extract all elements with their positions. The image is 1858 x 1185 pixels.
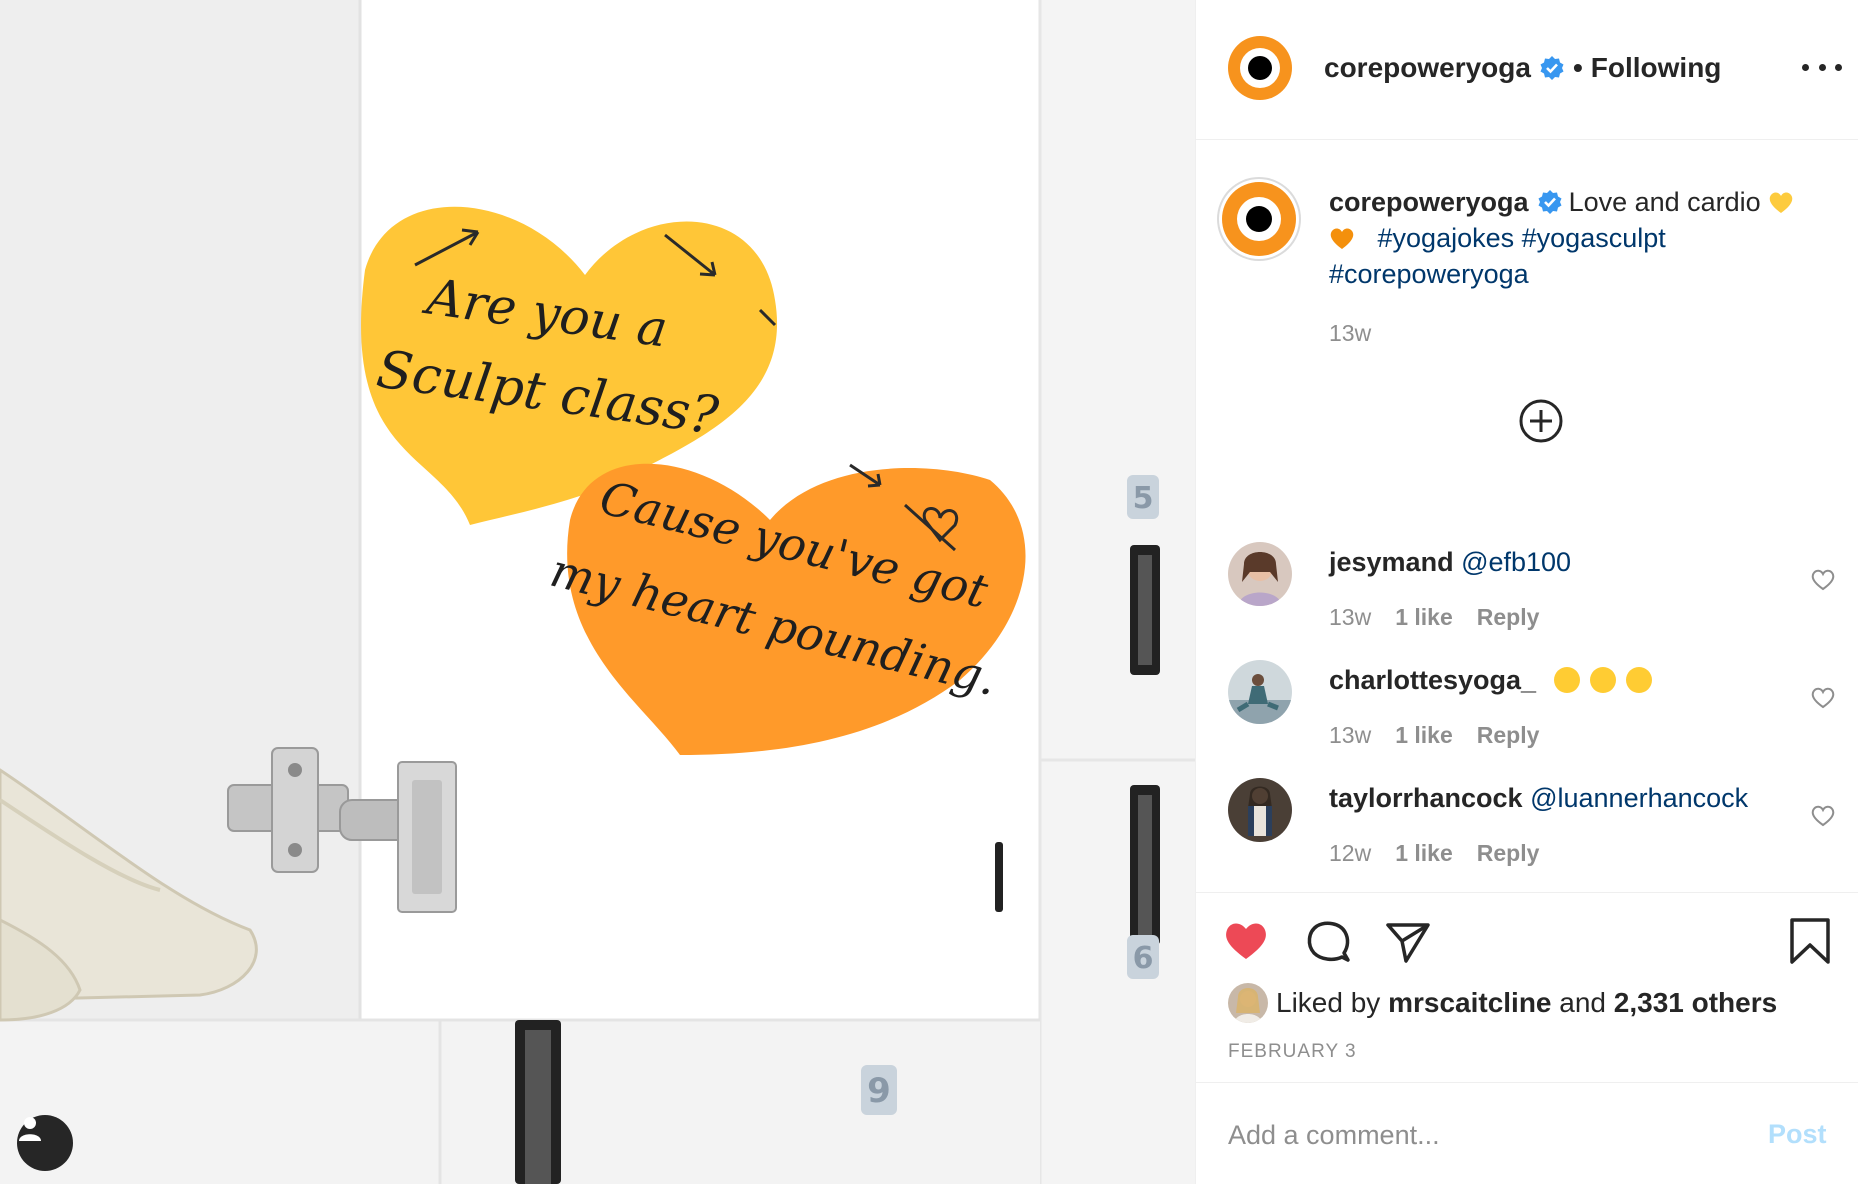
caption-timestamp[interactable]: 13w (1329, 320, 1371, 347)
heart-filled-icon[interactable] (1222, 917, 1270, 965)
heart-outline-icon[interactable] (1810, 568, 1836, 592)
comment-item: taylorrhancock @luannerhancock 12w 1 lik… (1196, 778, 1858, 888)
locker-number: 5 (1133, 481, 1154, 516)
locker-number: 6 (1133, 941, 1154, 976)
comment-mention[interactable]: @luannerhancock (1530, 783, 1748, 813)
add-comment-bar: Post (1196, 1082, 1858, 1185)
author-avatar[interactable] (1228, 36, 1292, 100)
bookmark-icon[interactable] (1786, 917, 1834, 965)
comment-time[interactable]: 12w (1329, 840, 1371, 867)
comment-likes[interactable]: 1 like (1395, 722, 1453, 749)
comment-time[interactable]: 13w (1329, 722, 1371, 749)
caption-text: Love and cardio (1568, 187, 1761, 217)
plus-circle-icon[interactable] (1518, 398, 1564, 444)
comment-likes[interactable]: 1 like (1395, 840, 1453, 867)
comment-username[interactable]: jesymand (1329, 547, 1454, 577)
caption-username[interactable]: corepoweryoga (1329, 187, 1529, 217)
hashtag-link[interactable]: #yogasculpt (1522, 223, 1666, 253)
author-info: corepoweryoga • Following (1324, 50, 1721, 86)
post-header: corepoweryoga • Following (1196, 0, 1858, 140)
more-options-icon[interactable] (1802, 52, 1842, 82)
likes-count-link[interactable]: 2,331 others (1614, 987, 1777, 1019)
post-comment-button[interactable]: Post (1768, 1119, 1827, 1150)
likes-summary: Liked by mrscaitcline and 2,331 others (1228, 983, 1777, 1023)
reply-button[interactable]: Reply (1477, 840, 1540, 867)
post-sidebar: corepoweryoga • Following corepoweryoga … (1195, 0, 1858, 1184)
hashtag-link[interactable]: #yogajokes (1378, 223, 1515, 253)
hashtag-link[interactable]: #corepoweryoga (1329, 259, 1529, 289)
comment-meta: 13w 1 like Reply (1329, 722, 1539, 749)
comment-text: jesymand @efb100 (1329, 544, 1571, 580)
comment-bubble-icon[interactable] (1304, 917, 1352, 965)
commenter-avatar[interactable] (1228, 542, 1292, 606)
laughing-emoji-icon (1589, 667, 1616, 693)
share-paper-plane-icon[interactable] (1384, 917, 1432, 965)
adjacent-lockers (1040, 0, 1195, 1184)
heart-outline-icon[interactable] (1810, 804, 1836, 828)
separator-dot: • (1572, 52, 1583, 83)
comments-list[interactable]: corepoweryoga Love and cardio #yogajokes… (1196, 140, 1858, 892)
post-photo[interactable]: 5 6 9 Are you a Sculpt class? Cause you'… (0, 0, 1195, 1184)
heart-outline-icon[interactable] (1810, 686, 1836, 710)
locker-number: 9 (867, 1071, 891, 1111)
laughing-emoji-icon (1553, 667, 1580, 693)
reply-button[interactable]: Reply (1477, 604, 1540, 631)
caption: corepoweryoga Love and cardio #yogajokes… (1329, 184, 1829, 292)
comment-time[interactable]: 13w (1329, 604, 1371, 631)
liked-by-conjunction: and (1559, 987, 1606, 1018)
verified-badge-icon (1538, 190, 1562, 214)
orange-heart-emoji-icon (1330, 228, 1354, 249)
verified-badge-icon (1540, 56, 1564, 80)
yellow-heart-emoji-icon (1769, 192, 1793, 213)
commenter-avatar[interactable] (1228, 660, 1292, 724)
post-actions: Liked by mrscaitcline and 2,331 others F… (1196, 892, 1858, 1083)
author-username[interactable]: corepoweryoga (1324, 52, 1531, 84)
comment-item: jesymand @efb100 13w 1 like Reply (1196, 542, 1858, 652)
comment-likes[interactable]: 1 like (1395, 604, 1453, 631)
liked-by-user[interactable]: mrscaitcline (1388, 987, 1551, 1019)
comment-username[interactable]: charlottesyoga_ (1329, 665, 1536, 695)
comment-username[interactable]: taylorrhancock (1329, 783, 1523, 813)
tagged-users-button[interactable] (17, 1115, 73, 1171)
comment-meta: 12w 1 like Reply (1329, 840, 1539, 867)
post-date[interactable]: FEBRUARY 3 (1228, 1041, 1357, 1063)
comment-item: charlottesyoga_ 13w 1 like Reply (1196, 660, 1858, 770)
reply-button[interactable]: Reply (1477, 722, 1540, 749)
caption-author-avatar[interactable] (1222, 182, 1296, 256)
comment-text: charlottesyoga_ (1329, 662, 1652, 698)
comment-text: taylorrhancock @luannerhancock (1329, 780, 1748, 816)
following-button[interactable]: Following (1591, 52, 1722, 84)
comment-mention[interactable]: @efb100 (1461, 547, 1571, 577)
liker-avatar[interactable] (1228, 983, 1268, 1023)
locker-scene: 5 6 9 Are you a Sculpt class? Cause you'… (0, 0, 1195, 1184)
comment-input[interactable] (1226, 1111, 1710, 1159)
door-latch (995, 842, 1003, 912)
liked-by-prefix: Liked by (1276, 987, 1381, 1018)
instagram-post-view: 5 6 9 Are you a Sculpt class? Cause you'… (0, 0, 1858, 1184)
laughing-emoji-icon (1625, 667, 1652, 693)
commenter-avatar[interactable] (1228, 778, 1292, 842)
user-silhouette-icon (19, 1117, 41, 1141)
comment-meta: 13w 1 like Reply (1329, 604, 1539, 631)
